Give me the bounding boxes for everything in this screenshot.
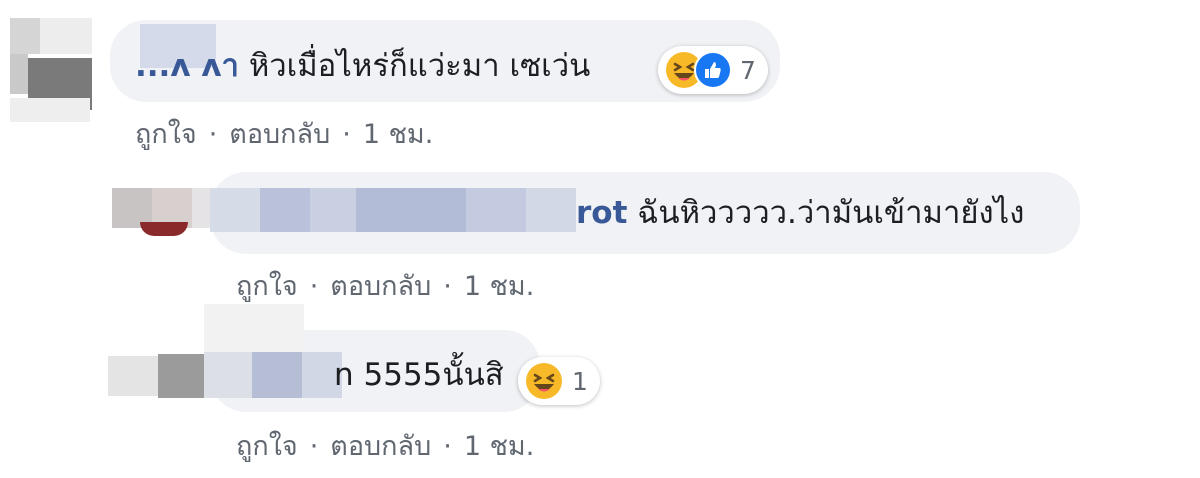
avatar[interactable] xyxy=(112,188,212,244)
comment-actions: ถูกใจ · ตอบกลับ · 1 ชม. xyxy=(236,264,534,307)
reaction-summary[interactable]: 7 xyxy=(658,46,768,94)
reaction-summary[interactable]: 1 xyxy=(518,357,600,405)
separator: · xyxy=(443,271,452,302)
avatar[interactable] xyxy=(10,18,100,122)
comment-body: หิวเมื่อไหร่ก็แว่ะมา เซเว่น xyxy=(248,48,591,84)
blurred-name xyxy=(210,188,576,232)
like-link[interactable]: ถูกใจ xyxy=(236,431,298,462)
separator: · xyxy=(208,119,218,150)
like-link[interactable]: ถูกใจ xyxy=(236,271,298,302)
like-icon xyxy=(694,51,732,89)
comment-body: ฉันหิววววว.ว่ามันเข้ามายังไง xyxy=(627,195,1025,231)
reaction-count: 7 xyxy=(740,55,756,85)
avatar[interactable] xyxy=(108,304,348,400)
commenter-name[interactable]: rot xyxy=(576,195,627,231)
separator: · xyxy=(443,431,452,462)
reaction-count: 1 xyxy=(572,366,588,396)
timestamp[interactable]: 1 ชม. xyxy=(464,431,534,462)
separator: · xyxy=(342,119,351,150)
like-link[interactable]: ถูกใจ xyxy=(135,119,197,150)
comment-actions: ถูกใจ · ตอบกลับ · 1 ชม. xyxy=(135,112,433,155)
comment-body: n 5555นั้นสิ xyxy=(334,357,504,393)
comment-text: n 5555นั้นสิ xyxy=(334,355,504,395)
reply-link[interactable]: ตอบกลับ xyxy=(330,431,431,462)
separator: · xyxy=(309,271,319,302)
separator: · xyxy=(309,431,319,462)
timestamp[interactable]: 1 ชม. xyxy=(464,271,534,302)
comment-text: ...ᴧ ᴧา หิวเมื่อไหร่ก็แว่ะมา เซเว่น xyxy=(135,46,590,86)
reply-link[interactable]: ตอบกลับ xyxy=(330,271,431,302)
timestamp[interactable]: 1 ชม. xyxy=(363,119,433,150)
reply-link[interactable]: ตอบกลับ xyxy=(229,119,330,150)
commenter-name[interactable]: ...ᴧ ᴧา xyxy=(135,48,239,84)
haha-icon xyxy=(526,363,562,399)
comment-actions: ถูกใจ · ตอบกลับ · 1 ชม. xyxy=(236,424,534,467)
comment-text: rot ฉันหิววววว.ว่ามันเข้ามายังไง xyxy=(576,193,1024,233)
